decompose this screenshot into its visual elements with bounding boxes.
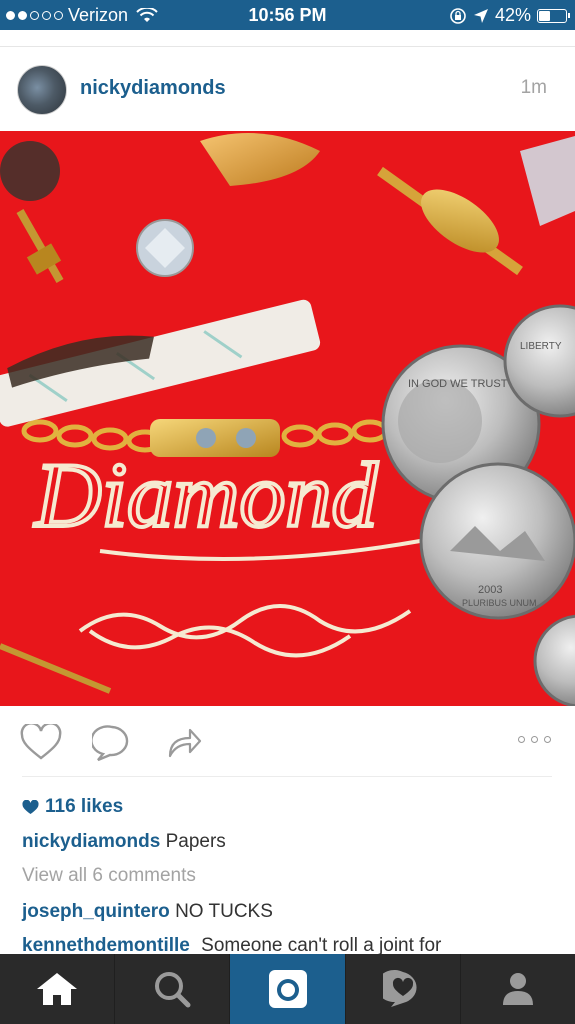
caption-username[interactable]: nickydiamonds xyxy=(22,831,160,852)
rotation-lock-icon xyxy=(450,7,466,24)
svg-text:PLURIBUS UNUM: PLURIBUS UNUM xyxy=(462,598,537,608)
tab-bar xyxy=(0,954,575,1024)
post-actions xyxy=(0,706,575,776)
comment-username[interactable]: kennethdemontille xyxy=(22,935,190,956)
profile-icon xyxy=(502,973,533,1005)
home-icon xyxy=(37,973,78,1005)
divider xyxy=(22,776,552,777)
activity-icon xyxy=(382,970,417,1007)
comment-item: joseph_quintero NO TUCKS xyxy=(22,901,273,923)
share-arrow-icon[interactable] xyxy=(166,724,202,760)
coin-3: 2003 PLURIBUS UNUM xyxy=(419,462,575,620)
divider xyxy=(0,46,575,47)
camera-icon xyxy=(268,970,307,1008)
post-timestamp: 1m xyxy=(520,77,547,98)
tab-profile[interactable] xyxy=(459,954,575,1024)
comment-bubble-icon[interactable] xyxy=(92,724,132,762)
post-photo[interactable]: Diamond IN GOD WE TRUST LIBERTY 2003 PLU… xyxy=(0,131,575,706)
comment-username[interactable]: joseph_quintero xyxy=(22,901,170,922)
comment-text: NO TUCKS xyxy=(175,901,273,922)
battery-icon xyxy=(537,8,570,23)
like-heart-icon[interactable] xyxy=(20,724,62,762)
location-arrow-icon xyxy=(473,8,488,23)
tab-search[interactable] xyxy=(114,954,229,1024)
caption-text: Papers xyxy=(165,831,226,852)
svg-text:LIBERTY: LIBERTY xyxy=(520,341,562,352)
heart-icon xyxy=(22,799,39,814)
tab-home[interactable] xyxy=(0,954,114,1024)
avatar[interactable] xyxy=(17,65,67,115)
tab-activity[interactable] xyxy=(344,954,460,1024)
likes-label: 116 likes xyxy=(45,796,124,817)
caption: nickydiamonds Papers xyxy=(22,831,226,853)
photo-script-text: Diamond xyxy=(33,444,378,546)
battery-percent: 42% xyxy=(494,5,531,25)
post-header: nickydiamonds 1m xyxy=(0,48,575,130)
tab-camera[interactable] xyxy=(229,954,345,1024)
comment-text: Someone can't roll a joint for xyxy=(201,935,442,956)
likes-count[interactable]: 116 likes xyxy=(22,796,123,818)
svg-text:2003: 2003 xyxy=(478,584,502,596)
photo-illustration: Diamond IN GOD WE TRUST LIBERTY 2003 PLU… xyxy=(0,131,575,706)
svg-text:IN GOD WE TRUST: IN GOD WE TRUST xyxy=(408,378,508,390)
view-all-comments-link[interactable]: View all 6 comments xyxy=(22,865,196,887)
more-options-icon[interactable] xyxy=(518,736,551,743)
search-icon xyxy=(155,972,191,1008)
post-username[interactable]: nickydiamonds xyxy=(80,77,226,100)
status-bar: Verizon 10:56 PM 42% xyxy=(0,0,575,30)
